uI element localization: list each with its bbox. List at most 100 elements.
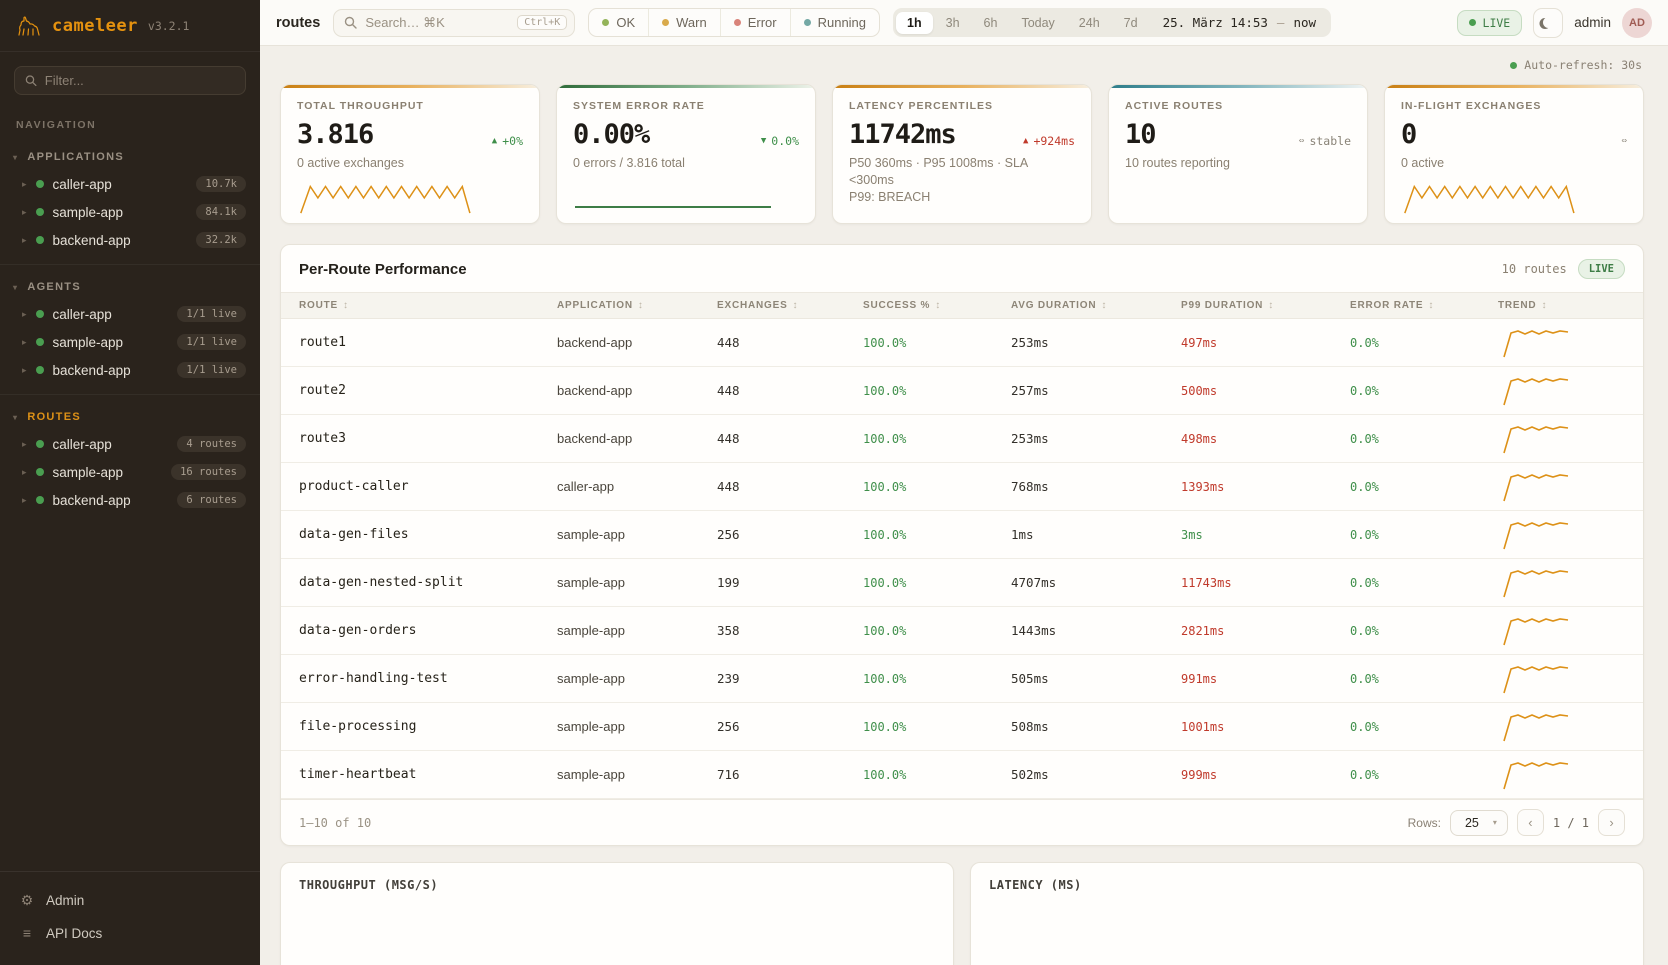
user-name: admin: [1574, 15, 1611, 30]
trend-sparkline: [1498, 517, 1574, 553]
kpi-value: 0.00%: [573, 119, 649, 150]
kpi-subtitle: 0 active exchanges: [297, 155, 523, 172]
success-value: 100.0%: [863, 432, 1011, 446]
table-footer: 1–10 of 10 Rows: 25 ▾ ‹ 1 / 1 ›: [281, 799, 1643, 845]
live-dot-icon: [1469, 19, 1476, 26]
kpi-delta: ▲ +0%: [492, 134, 523, 148]
sidebar-filter[interactable]: [14, 66, 246, 95]
section-header-agents[interactable]: ▾ AGENTS: [0, 273, 260, 300]
table-row[interactable]: timer-heartbeat sample-app 716 100.0% 50…: [281, 751, 1643, 799]
exchanges-value: 716: [717, 767, 863, 782]
p99-duration-value: 999ms: [1181, 768, 1350, 782]
column-application[interactable]: APPLICATION↕: [557, 300, 717, 311]
table-row[interactable]: file-processing sample-app 256 100.0% 50…: [281, 703, 1643, 751]
sidebar-item-api-docs[interactable]: ≡ API Docs: [0, 917, 260, 949]
prev-page-button[interactable]: ‹: [1517, 809, 1544, 836]
ok-dot-icon: [602, 19, 609, 26]
filter-warn[interactable]: Warn: [648, 9, 720, 36]
column-exchanges[interactable]: EXCHANGES↕: [717, 300, 863, 311]
p99-duration-value: 11743ms: [1181, 576, 1350, 590]
time-range-group: 1h 3h 6h Today 24h 7d 25. März 14:53 — n…: [893, 8, 1331, 37]
avg-duration-value: 502ms: [1011, 767, 1181, 782]
column-error-rate[interactable]: ERROR RATE↕: [1350, 300, 1498, 311]
route-name: product-caller: [299, 479, 557, 494]
column-avg-duration[interactable]: AVG DURATION↕: [1011, 300, 1181, 311]
search-icon: [25, 74, 37, 87]
kpi-delta: ▲ +924ms: [1023, 134, 1075, 148]
caret-right-icon: ▸: [22, 467, 27, 478]
range-1h[interactable]: 1h: [896, 12, 933, 34]
item-badge: 1/1 live: [177, 306, 246, 322]
search-shortcut-kbd: Ctrl+K: [517, 15, 567, 30]
sidebar-footer: ⚙ Admin ≡ API Docs: [0, 871, 260, 965]
logo[interactable]: cameleer v3.2.1: [0, 0, 260, 52]
caret-right-icon: ▸: [22, 309, 27, 320]
table-row[interactable]: route2 backend-app 448 100.0% 257ms 500m…: [281, 367, 1643, 415]
column-success[interactable]: SUCCESS %↕: [863, 300, 1011, 311]
filter-ok[interactable]: OK: [589, 9, 648, 36]
filter-running[interactable]: Running: [790, 9, 879, 36]
range-7d[interactable]: 7d: [1113, 12, 1149, 34]
date-range[interactable]: 25. März 14:53 — now: [1151, 11, 1328, 34]
sidebar-item-caller-app-routes[interactable]: ▸ caller-app 4 routes: [0, 430, 260, 458]
table-row[interactable]: data-gen-nested-split sample-app 199 100…: [281, 559, 1643, 607]
exchanges-value: 448: [717, 431, 863, 446]
section-header-applications[interactable]: ▾ APPLICATIONS: [0, 143, 260, 170]
rows-per-page-select[interactable]: 25 ▾: [1450, 810, 1508, 836]
routes-count: 10 routes: [1502, 262, 1567, 276]
status-dot: [36, 440, 44, 448]
topbar: routes Search… ⌘K Ctrl+K OK Warn Error: [260, 0, 1668, 46]
column-p99-duration[interactable]: P99 DURATION↕: [1181, 300, 1350, 311]
filter-label: Warn: [676, 15, 707, 30]
live-toggle[interactable]: LIVE: [1457, 10, 1523, 36]
avatar[interactable]: AD: [1622, 8, 1652, 38]
table-row[interactable]: data-gen-files sample-app 256 100.0% 1ms…: [281, 511, 1643, 559]
moon-icon: [1543, 17, 1554, 28]
item-label: backend-app: [53, 233, 131, 248]
table-row[interactable]: error-handling-test sample-app 239 100.0…: [281, 655, 1643, 703]
column-trend[interactable]: TREND↕: [1498, 300, 1625, 311]
sidebar-item-sample-app-routes[interactable]: ▸ sample-app 16 routes: [0, 458, 260, 486]
auto-refresh-label: Auto-refresh: 30s: [1524, 58, 1642, 72]
table-header-row: ROUTE↕ APPLICATION↕ EXCHANGES↕ SUCCESS %…: [281, 292, 1643, 319]
card-accent: [833, 85, 1091, 88]
sidebar-item-caller-app[interactable]: ▸ caller-app 10.7k: [0, 170, 260, 198]
status-dot: [36, 310, 44, 318]
column-route[interactable]: ROUTE↕: [299, 300, 557, 311]
route-name: data-gen-nested-split: [299, 575, 557, 590]
range-24h[interactable]: 24h: [1068, 12, 1111, 34]
sidebar-item-backend-app[interactable]: ▸ backend-app 32.2k: [0, 226, 260, 254]
sidebar-item-sample-app-agent[interactable]: ▸ sample-app 1/1 live: [0, 328, 260, 356]
next-page-button[interactable]: ›: [1598, 809, 1625, 836]
filter-input[interactable]: [45, 73, 235, 88]
search-icon: [344, 16, 357, 29]
table-row[interactable]: route1 backend-app 448 100.0% 253ms 497m…: [281, 319, 1643, 367]
sidebar-item-backend-app-routes[interactable]: ▸ backend-app 6 routes: [0, 486, 260, 514]
table-row[interactable]: product-caller caller-app 448 100.0% 768…: [281, 463, 1643, 511]
sidebar-item-sample-app[interactable]: ▸ sample-app 84.1k: [0, 198, 260, 226]
theme-toggle-button[interactable]: [1533, 8, 1563, 38]
range-today[interactable]: Today: [1010, 12, 1065, 34]
trend-sparkline: [1498, 565, 1574, 601]
sidebar-item-admin[interactable]: ⚙ Admin: [0, 884, 260, 917]
sidebar-item-caller-app-agent[interactable]: ▸ caller-app 1/1 live: [0, 300, 260, 328]
filter-error[interactable]: Error: [720, 9, 790, 36]
exchanges-value: 199: [717, 575, 863, 590]
table-row[interactable]: data-gen-orders sample-app 358 100.0% 14…: [281, 607, 1643, 655]
kpi-delta: ⇔ stable: [1299, 134, 1351, 148]
range-6h[interactable]: 6h: [973, 12, 1009, 34]
kpi-subtitle-2: P99: BREACH: [849, 189, 1075, 206]
success-value: 100.0%: [863, 768, 1011, 782]
error-rate-value: 0.0%: [1350, 528, 1498, 542]
sidebar-item-backend-app-agent[interactable]: ▸ backend-app 1/1 live: [0, 356, 260, 384]
range-3h[interactable]: 3h: [935, 12, 971, 34]
sort-icon: ↕: [1268, 300, 1274, 311]
sidebar: cameleer v3.2.1 NAVIGATION ▾ APPLICATION…: [0, 0, 260, 965]
success-value: 100.0%: [863, 336, 1011, 350]
search-input[interactable]: Search… ⌘K Ctrl+K: [333, 9, 575, 37]
section-header-routes[interactable]: ▾ ROUTES: [0, 403, 260, 430]
item-label: caller-app: [53, 437, 112, 452]
trend-sparkline: [1498, 373, 1574, 409]
trend-sparkline: [1498, 709, 1574, 745]
table-row[interactable]: route3 backend-app 448 100.0% 253ms 498m…: [281, 415, 1643, 463]
